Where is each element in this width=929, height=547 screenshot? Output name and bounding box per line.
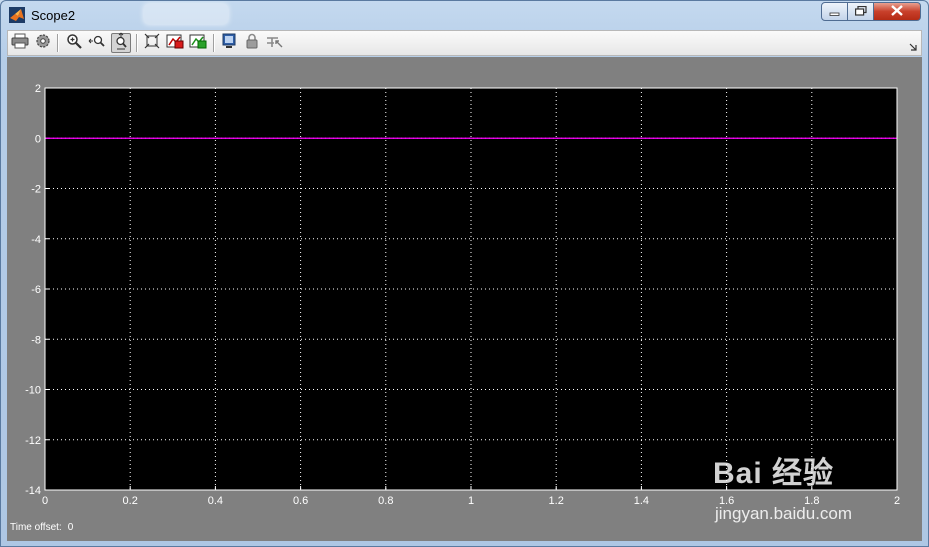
zoom-y-button[interactable] xyxy=(111,32,131,55)
time-offset-label: Time offset: xyxy=(10,522,62,533)
matlab-icon xyxy=(9,7,25,23)
y-tick-label: -8 xyxy=(31,334,41,346)
restore-axes-icon xyxy=(189,33,207,54)
baidu-watermark: Bai 经验 jingyan.baidu.com xyxy=(709,448,889,528)
save-axes-button[interactable] xyxy=(165,33,185,53)
x-tick-label: 0.2 xyxy=(123,495,138,507)
lock-icon xyxy=(245,33,259,54)
x-tick-label: 0.8 xyxy=(378,495,393,507)
toolbar-separator xyxy=(57,34,59,52)
x-tick-label: 1.2 xyxy=(549,495,564,507)
y-tick-label: -6 xyxy=(31,284,41,296)
watermark-url: jingyan.baidu.com xyxy=(715,504,853,523)
floating-scope-button[interactable] xyxy=(219,33,239,53)
gear-icon xyxy=(35,33,51,54)
y-tick-label: 0 xyxy=(35,133,41,145)
title-bar[interactable]: Scope2 xyxy=(1,1,928,29)
zoom-x-icon xyxy=(88,33,106,54)
zoom-y-icon xyxy=(113,32,129,55)
y-tick-label: -4 xyxy=(31,234,41,246)
autoscale-icon xyxy=(144,33,160,54)
x-tick-label: 0.4 xyxy=(208,495,223,507)
restore-icon xyxy=(854,3,867,21)
autoscale-button[interactable] xyxy=(142,33,162,53)
zoom-x-button[interactable] xyxy=(87,33,107,53)
y-tick-label: -2 xyxy=(31,184,41,196)
print-button[interactable] xyxy=(10,33,30,53)
close-icon xyxy=(891,3,903,21)
signal-selection-icon xyxy=(266,33,284,54)
restore-axes-button[interactable] xyxy=(188,33,208,53)
y-tick-label: 2 xyxy=(35,83,41,95)
x-tick-label: 0 xyxy=(42,495,48,507)
x-tick-label: 0.6 xyxy=(293,495,308,507)
toolbar-overflow-icon[interactable] xyxy=(909,38,917,56)
zoom-in-button[interactable] xyxy=(64,33,84,53)
y-tick-label: -10 xyxy=(25,385,41,397)
scope-toolbar xyxy=(7,30,922,56)
time-offset: Time offset: 0 xyxy=(10,522,73,533)
restore-button[interactable] xyxy=(848,2,874,21)
watermark-logo: Bai 经验 xyxy=(713,457,835,490)
parameters-button[interactable] xyxy=(33,33,53,53)
printer-icon xyxy=(11,33,29,54)
x-tick-label: 2 xyxy=(894,495,900,507)
x-tick-label: 1.4 xyxy=(634,495,649,507)
window-title: Scope2 xyxy=(31,8,76,23)
minimize-button[interactable] xyxy=(821,2,848,21)
zoom-in-icon xyxy=(66,33,82,54)
y-tick-label: -14 xyxy=(25,485,41,497)
time-offset-value: 0 xyxy=(67,522,74,533)
floating-scope-icon xyxy=(221,33,237,54)
lock-axes-button[interactable] xyxy=(242,33,262,53)
toolbar-separator xyxy=(213,34,215,52)
save-axes-icon xyxy=(166,33,184,54)
minimize-icon xyxy=(829,3,840,21)
x-tick-label: 1 xyxy=(468,495,474,507)
background-window-tab xyxy=(144,4,228,24)
signal-selection-button[interactable] xyxy=(265,33,285,53)
toolbar-separator xyxy=(136,34,138,52)
close-button[interactable] xyxy=(874,2,921,21)
y-tick-label: -12 xyxy=(25,435,41,447)
scope-window: Scope2 0 0.2 0.4 0.6 0.8 1 1.2 1.4 1.6 1… xyxy=(0,0,929,547)
